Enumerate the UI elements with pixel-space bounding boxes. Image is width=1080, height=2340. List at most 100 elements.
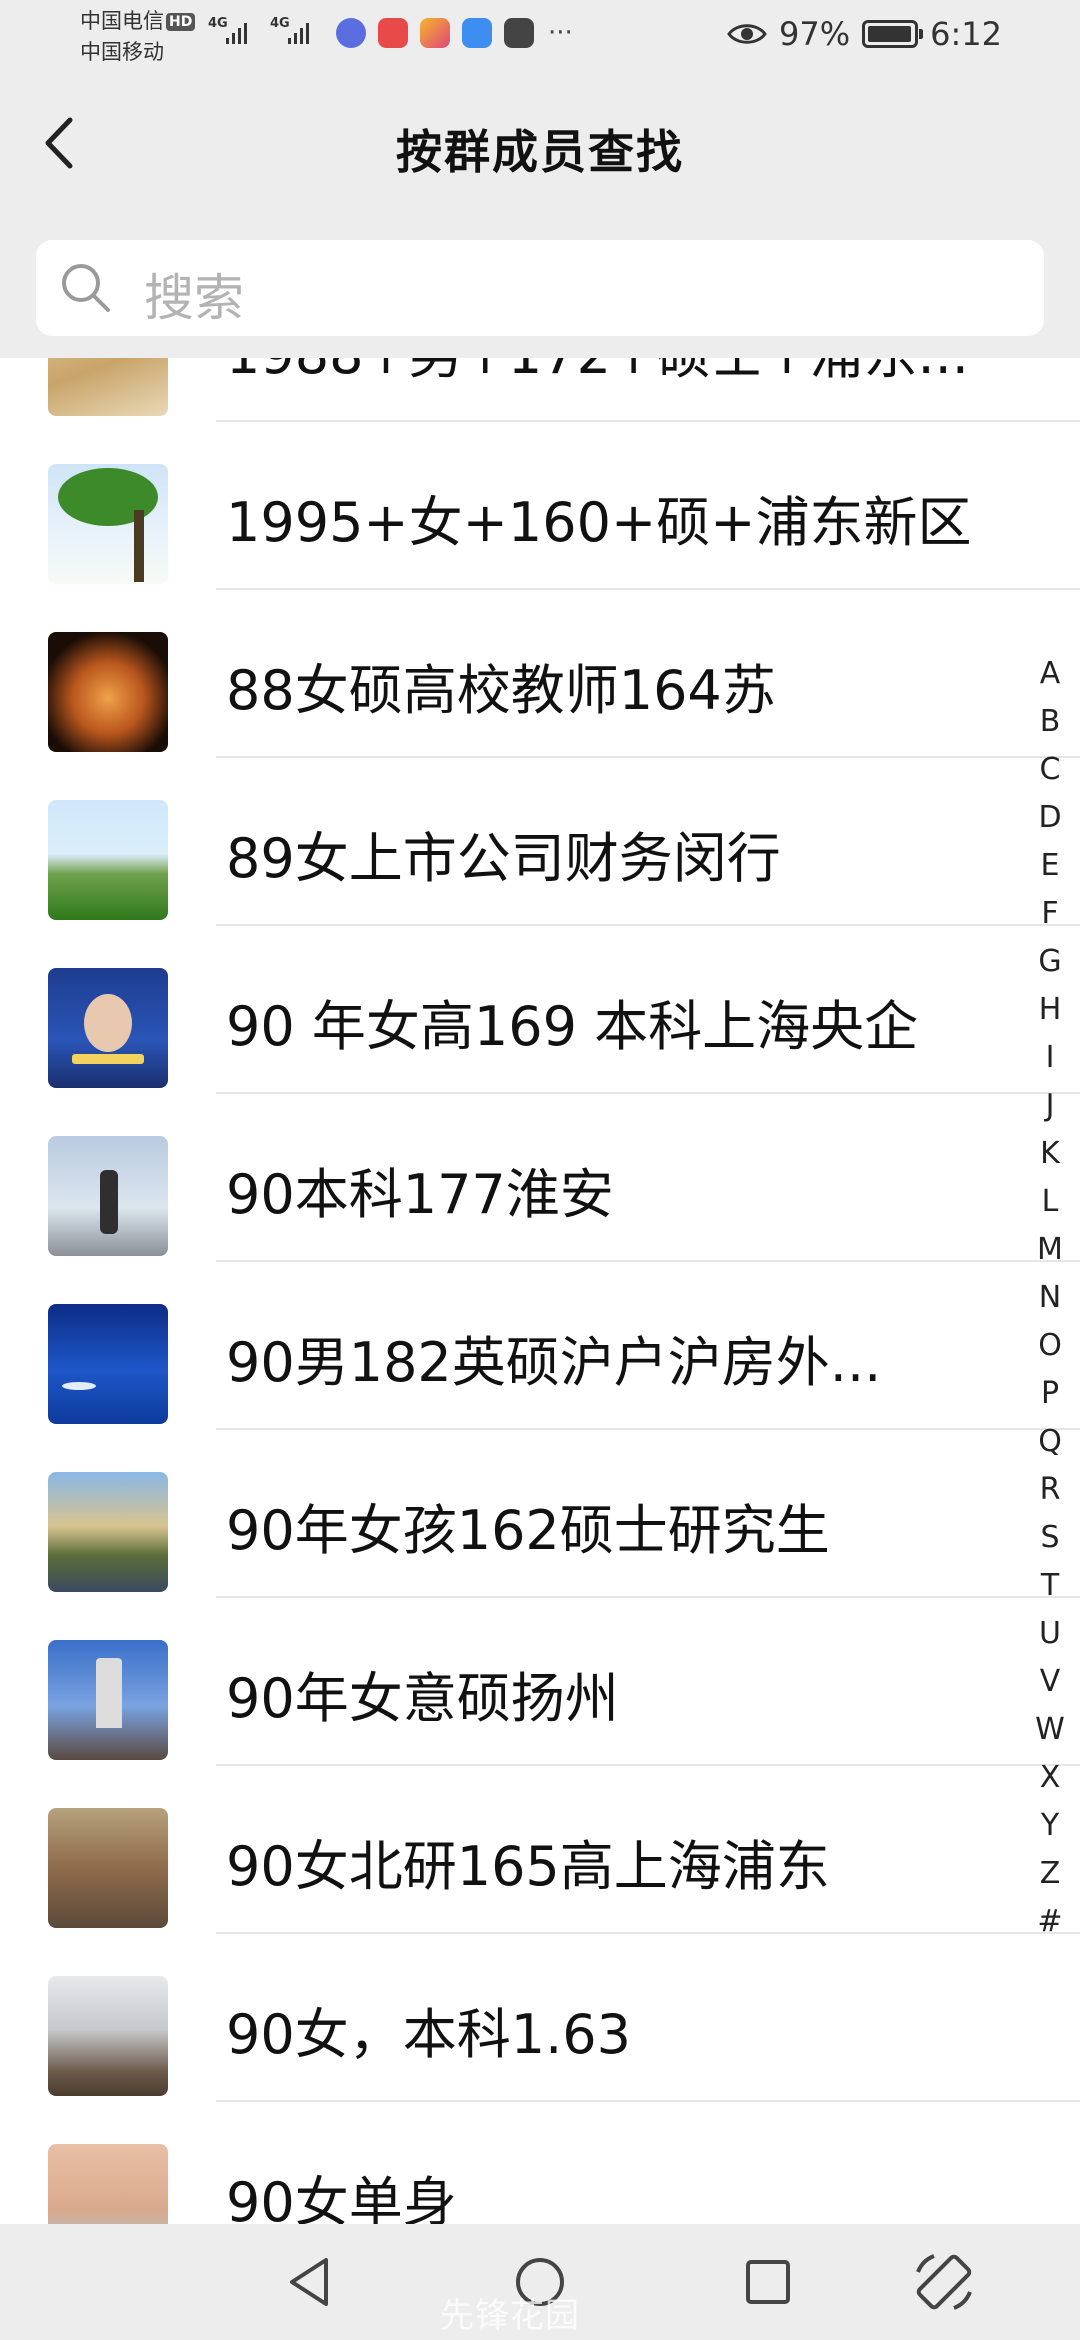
index-letter[interactable]: X xyxy=(1020,1754,1080,1802)
list-item[interactable]: 90 年女高169 本科上海央企 xyxy=(0,924,1080,1094)
member-list[interactable]: 1988+男+172+硕士+浦东... 1995+女+160+硕+浦东新区 88女硕… xyxy=(0,358,1080,2224)
avatar xyxy=(48,632,168,752)
status-right: 97% 6:12 xyxy=(727,14,1002,54)
more-notifications-icon: ··· xyxy=(548,18,573,48)
avatar xyxy=(48,2144,168,2224)
member-name: 90女北研165高上海浦东 xyxy=(226,1835,830,1898)
index-letter[interactable]: P xyxy=(1020,1370,1080,1418)
system-nav-bar: 先锋花园 xyxy=(0,2224,1080,2340)
avatar xyxy=(48,464,168,584)
search-placeholder: 搜索 xyxy=(144,269,244,327)
list-item[interactable]: 1995+女+160+硕+浦东新区 xyxy=(0,420,1080,590)
list-item[interactable]: 90女单身 xyxy=(0,2100,1080,2224)
index-letter[interactable]: C xyxy=(1020,746,1080,794)
index-letter[interactable]: A xyxy=(1020,650,1080,698)
nav-bar: 按群成员查找 xyxy=(0,78,1080,216)
member-name: 1995+女+160+硕+浦东新区 xyxy=(226,491,972,554)
huawei-app-icon xyxy=(504,18,534,48)
status-bar: 中国电信 HD 中国移动 4G 4G ··· 97% 6:12 xyxy=(0,0,1080,78)
index-letter[interactable]: E xyxy=(1020,842,1080,890)
index-letter[interactable]: H xyxy=(1020,986,1080,1034)
search-icon xyxy=(62,264,110,312)
member-list-inner: 1988+男+172+硕士+浦东... 1995+女+160+硕+浦东新区 88女硕… xyxy=(0,358,1080,2224)
watermark: 先锋花园 xyxy=(440,2296,580,2336)
square-recents-icon xyxy=(746,2260,790,2304)
index-letter[interactable]: J xyxy=(1020,1082,1080,1130)
index-letter[interactable]: S xyxy=(1020,1514,1080,1562)
avatar xyxy=(48,1304,168,1424)
list-item[interactable]: 90男182英硕沪户沪房外... xyxy=(0,1260,1080,1430)
clock: 6:12 xyxy=(930,15,1002,53)
index-letter[interactable]: D xyxy=(1020,794,1080,842)
rotate-screen-button[interactable] xyxy=(910,2248,978,2316)
index-letter[interactable]: V xyxy=(1020,1658,1080,1706)
index-letter[interactable]: Z xyxy=(1020,1850,1080,1898)
avatar xyxy=(48,968,168,1088)
avatar xyxy=(48,1640,168,1760)
nav-back-button[interactable] xyxy=(276,2248,344,2316)
index-letter[interactable]: K xyxy=(1020,1130,1080,1178)
index-letter[interactable]: Q xyxy=(1020,1418,1080,1466)
member-name: 89女上市公司财务闵行 xyxy=(226,827,781,890)
index-letter[interactable]: Y xyxy=(1020,1802,1080,1850)
alphabet-index[interactable]: A B C D E F G H I J K L M N O P Q R S T U V W X Y Z # xyxy=(1020,650,1080,1946)
index-letter[interactable]: M xyxy=(1020,1226,1080,1274)
avatar xyxy=(48,800,168,920)
avatar xyxy=(48,1136,168,1256)
notification-icons: ··· xyxy=(336,18,573,48)
list-item[interactable]: 90年女意硕扬州 xyxy=(0,1596,1080,1766)
member-name: 90女，本科1.63 xyxy=(226,2003,631,2066)
member-name: 90年女意硕扬州 xyxy=(226,1667,619,1730)
index-letter[interactable]: L xyxy=(1020,1178,1080,1226)
network-type-2: 4G xyxy=(270,16,290,31)
avatar xyxy=(48,1808,168,1928)
network-type-1: 4G xyxy=(208,16,228,31)
list-item[interactable]: 90本科177淮安 xyxy=(0,1092,1080,1262)
index-letter[interactable]: # xyxy=(1020,1898,1080,1946)
page-title: 按群成员查找 xyxy=(396,125,684,179)
index-letter[interactable]: B xyxy=(1020,698,1080,746)
list-item[interactable]: 1988+男+172+硕士+浦东... xyxy=(0,358,1080,422)
avatar xyxy=(48,358,168,416)
carrier-info: 中国电信 HD 中国移动 xyxy=(80,6,196,68)
signal-bars-icon xyxy=(288,23,309,44)
index-letter[interactable]: U xyxy=(1020,1610,1080,1658)
member-name: 90年女孩162硕士研究生 xyxy=(226,1499,830,1562)
book-app-icon xyxy=(378,18,408,48)
battery-fill xyxy=(868,26,911,42)
index-letter[interactable]: N xyxy=(1020,1274,1080,1322)
avatar xyxy=(48,1976,168,2096)
music-app-icon xyxy=(336,18,366,48)
index-letter[interactable]: W xyxy=(1020,1706,1080,1754)
carrier-2: 中国移动 xyxy=(80,40,164,64)
signal-bars-icon xyxy=(226,23,247,44)
member-name: 90男182英硕沪户沪房外... xyxy=(226,1331,882,1394)
nav-recents-button[interactable] xyxy=(734,2248,802,2316)
index-letter[interactable]: O xyxy=(1020,1322,1080,1370)
index-letter[interactable]: T xyxy=(1020,1562,1080,1610)
list-item[interactable]: 88女硕高校教师164苏 xyxy=(0,588,1080,758)
list-item[interactable]: 89女上市公司财务闵行 xyxy=(0,756,1080,926)
list-item[interactable]: 90女，本科1.63 xyxy=(0,1932,1080,2102)
search-bar-container: 搜索 xyxy=(0,216,1080,358)
member-name: 88女硕高校教师164苏 xyxy=(226,659,776,722)
member-name: 90 年女高169 本科上海央企 xyxy=(226,995,919,1058)
member-name: 1988+男+172+硕士+浦东... xyxy=(226,358,969,388)
member-name: 90本科177淮安 xyxy=(226,1163,614,1226)
list-item[interactable]: 90女北研165高上海浦东 xyxy=(0,1764,1080,1934)
search-input[interactable]: 搜索 xyxy=(36,240,1044,336)
list-item[interactable]: 90年女孩162硕士研究生 xyxy=(0,1428,1080,1598)
index-letter[interactable]: R xyxy=(1020,1466,1080,1514)
carrier-1: 中国电信 xyxy=(80,9,164,33)
member-name: 90女单身 xyxy=(226,2171,457,2224)
index-letter[interactable]: F xyxy=(1020,890,1080,938)
hd-badge: HD xyxy=(166,13,196,31)
battery-percent: 97% xyxy=(779,15,851,53)
avatar xyxy=(48,1472,168,1592)
index-letter[interactable]: I xyxy=(1020,1034,1080,1082)
eye-comfort-icon xyxy=(727,24,767,44)
cloud-app-icon xyxy=(462,18,492,48)
store-app-icon xyxy=(420,18,450,48)
rotate-icon xyxy=(916,2254,972,2310)
index-letter[interactable]: G xyxy=(1020,938,1080,986)
